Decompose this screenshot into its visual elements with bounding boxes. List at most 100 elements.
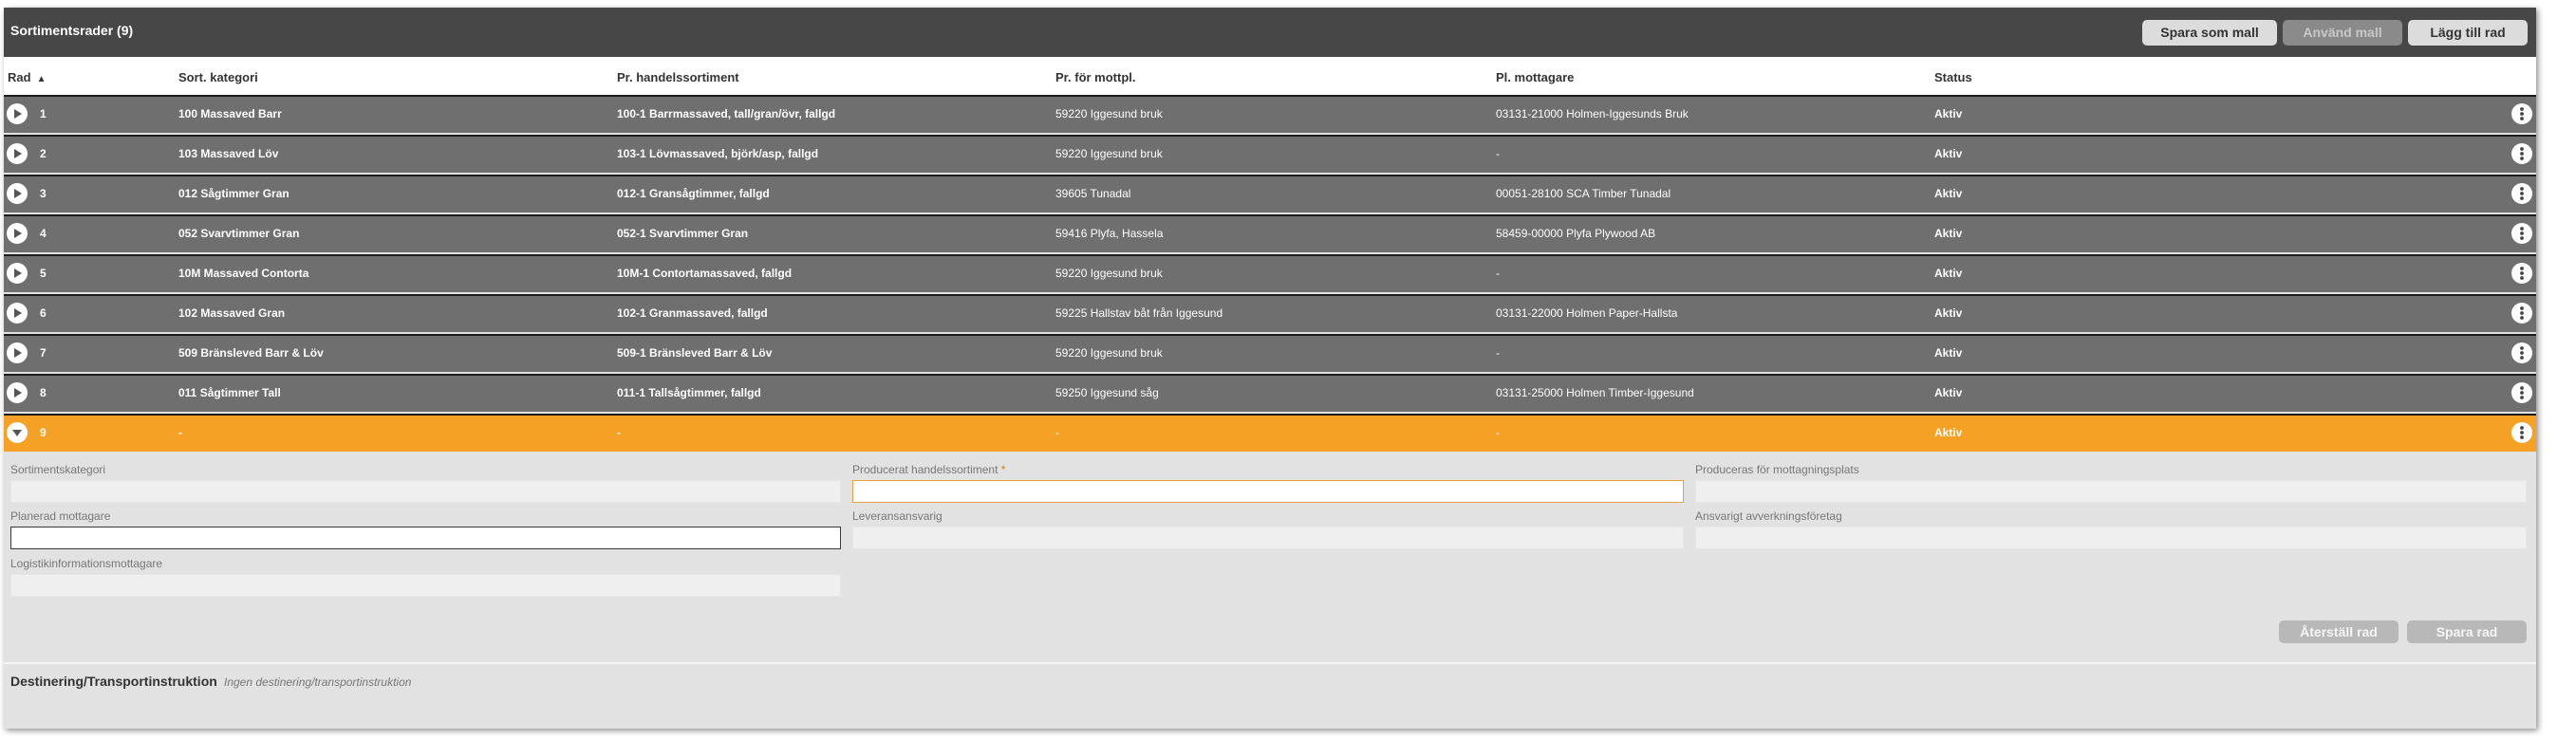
cell-status: Aktiv — [1934, 346, 1963, 360]
save-as-template-button[interactable]: Spara som mall — [2142, 20, 2277, 46]
cell-status: Aktiv — [1934, 107, 1963, 120]
more-options-icon[interactable] — [2511, 143, 2532, 164]
cell-mottagare: - — [1496, 267, 1500, 280]
table-row[interactable]: 7 509 Bränsleved Barr & Löv 509-1 Bränslev… — [4, 334, 2536, 372]
required-mark: * — [1000, 463, 1006, 476]
table-row[interactable]: 5 10M Massaved Contorta 10M-1 Contortamass… — [4, 254, 2536, 292]
cell-mottpl: 59220 Iggesund bruk — [1055, 147, 1163, 160]
label-planerad-mottagare: Planerad mottagare — [10, 509, 111, 523]
cell-status: Aktiv — [1934, 267, 1963, 280]
cell-handelssortiment: 100-1 Barrmassaved, tall/gran/övr, fallg… — [617, 107, 836, 120]
column-header-rad-label: Rad — [8, 70, 31, 84]
cell-handelssortiment: 052-1 Svarvtimmer Gran — [617, 227, 749, 240]
cell-rad: 2 — [40, 147, 47, 160]
cell-handelssortiment: - — [617, 426, 621, 439]
cell-rad: 4 — [40, 227, 47, 240]
logistik-input[interactable] — [10, 574, 841, 597]
cell-rad: 1 — [40, 107, 47, 120]
sortimentskategori-input[interactable] — [10, 480, 841, 503]
save-row-button[interactable]: Spara rad — [2407, 620, 2527, 643]
cell-status: Aktiv — [1934, 187, 1963, 200]
cell-handelssortiment: 103-1 Lövmassaved, björk/asp, fallgd — [617, 147, 819, 160]
cell-kategori: 102 Massaved Gran — [178, 306, 286, 320]
more-options-icon[interactable] — [2511, 303, 2532, 324]
cell-status: Aktiv — [1934, 147, 1963, 160]
table-row[interactable]: 4 052 Svarvtimmer Gran 052-1 Svarvtimmer G… — [4, 214, 2536, 252]
cell-mottagare: 03131-22000 Holmen Paper-Hallsta — [1496, 306, 1678, 320]
more-options-icon[interactable] — [2511, 223, 2532, 244]
produceras-for-input[interactable] — [1695, 480, 2527, 503]
cell-rad: 6 — [40, 306, 47, 320]
more-options-icon[interactable] — [2511, 103, 2532, 124]
expand-icon[interactable] — [7, 342, 28, 363]
cell-status: Aktiv — [1934, 426, 1963, 439]
cell-rad: 5 — [40, 267, 47, 280]
cell-mottagare: 58459-00000 Plyfa Plywood AB — [1496, 227, 1656, 240]
more-options-icon[interactable] — [2511, 342, 2532, 363]
expand-icon[interactable] — [7, 263, 28, 284]
planerad-mottagare-input[interactable] — [10, 527, 841, 549]
column-header-rad[interactable]: Rad ▲ — [8, 70, 46, 84]
cell-kategori: 011 Sågtimmer Tall — [178, 386, 281, 399]
cell-handelssortiment: 102-1 Granmassaved, fallgd — [617, 306, 768, 320]
cell-mottagare: - — [1496, 346, 1500, 360]
panel-title: Sortimentsrader (9) — [10, 23, 134, 38]
cell-mottagare: - — [1496, 426, 1500, 439]
table-row[interactable]: 8 011 Sågtimmer Tall 011-1 Tallsågtimmer, … — [4, 374, 2536, 412]
cell-kategori: 10M Massaved Contorta — [178, 267, 309, 280]
column-header-kategori[interactable]: Sort. kategori — [178, 70, 258, 84]
cell-mottagare: 03131-25000 Holmen Timber-Iggesund — [1496, 386, 1694, 399]
cell-kategori: 012 Sågtimmer Gran — [178, 187, 289, 200]
collapse-icon[interactable] — [7, 422, 28, 443]
cell-handelssortiment: 509-1 Bränsleved Barr & Löv — [617, 346, 773, 360]
cell-rad: 3 — [40, 187, 47, 200]
ansvarigt-avverkning-input[interactable] — [1695, 527, 2527, 549]
label-sortimentskategori: Sortimentskategori — [10, 463, 106, 476]
cell-mottagare: 03131-21000 Holmen-Iggesunds Bruk — [1496, 107, 1689, 120]
table-row[interactable]: 9 - - - - Aktiv — [4, 414, 2536, 452]
cell-mottpl: - — [1055, 426, 1059, 439]
column-header-mottpl[interactable]: Pr. för mottpl. — [1055, 70, 1136, 84]
table-row[interactable]: 3 012 Sågtimmer Gran 012-1 Gransågtimmer, … — [4, 175, 2536, 213]
expand-icon[interactable] — [7, 183, 28, 204]
column-header-status[interactable]: Status — [1934, 70, 1972, 84]
expand-icon[interactable] — [7, 223, 28, 244]
cell-mottagare: - — [1496, 147, 1500, 160]
more-options-icon[interactable] — [2511, 382, 2532, 403]
reset-row-button[interactable]: Återställ rad — [2279, 620, 2399, 643]
cell-kategori: 100 Massaved Barr — [178, 107, 282, 120]
cell-mottpl: 59250 Iggesund såg — [1055, 386, 1159, 399]
expand-icon[interactable] — [7, 103, 28, 124]
row-edit-form: Sortimentskategori Producerat handelssor… — [4, 453, 2536, 662]
cell-mottpl: 59220 Iggesund bruk — [1055, 267, 1163, 280]
column-header-handelssortiment[interactable]: Pr. handelssortiment — [617, 70, 739, 84]
destination-title: Destinering/Transportinstruktion — [10, 674, 217, 689]
table-row[interactable]: 6 102 Massaved Gran 102-1 Granmassaved, fa… — [4, 294, 2536, 332]
cell-kategori: 509 Bränsleved Barr & Löv — [178, 346, 324, 360]
column-header-row: Rad ▲ Sort. kategori Pr. handelssortiment… — [4, 57, 2536, 95]
cell-handelssortiment: 011-1 Tallsågtimmer, fallgd — [617, 386, 761, 399]
add-row-button[interactable]: Lägg till rad — [2408, 20, 2528, 46]
cell-mottpl: 59220 Iggesund bruk — [1055, 107, 1163, 120]
table-row[interactable]: 1 100 Massaved Barr 100-1 Barrmassaved, ta… — [4, 95, 2536, 133]
cell-rad: 8 — [40, 386, 47, 399]
expand-icon[interactable] — [7, 303, 28, 324]
more-options-icon[interactable] — [2511, 263, 2532, 284]
cell-status: Aktiv — [1934, 227, 1963, 240]
label-produceras-for: Produceras för mottagningsplats — [1695, 463, 1859, 476]
more-options-icon[interactable] — [2511, 183, 2532, 204]
column-header-mottagare[interactable]: Pl. mottagare — [1496, 70, 1574, 84]
table-row[interactable]: 2 103 Massaved Löv 103-1 Lövmassaved, björ… — [4, 135, 2536, 173]
cell-handelssortiment: 10M-1 Contortamassaved, fallgd — [617, 267, 793, 280]
panel-header: Sortimentsrader (9) Spara som mall Använ… — [4, 8, 2536, 57]
leveransansvarig-input[interactable] — [852, 527, 1684, 549]
sortiment-panel: Sortimentsrader (9) Spara som mall Använ… — [4, 8, 2536, 729]
expand-icon[interactable] — [7, 143, 28, 164]
use-template-button[interactable]: Använd mall — [2283, 20, 2402, 46]
producerat-handelssortiment-input[interactable] — [852, 480, 1684, 503]
more-options-icon[interactable] — [2511, 422, 2532, 443]
label-producerat-text: Producerat handelssortiment — [852, 463, 999, 476]
section-divider — [4, 662, 2536, 664]
expand-icon[interactable] — [7, 382, 28, 403]
cell-rad: 7 — [40, 346, 47, 360]
